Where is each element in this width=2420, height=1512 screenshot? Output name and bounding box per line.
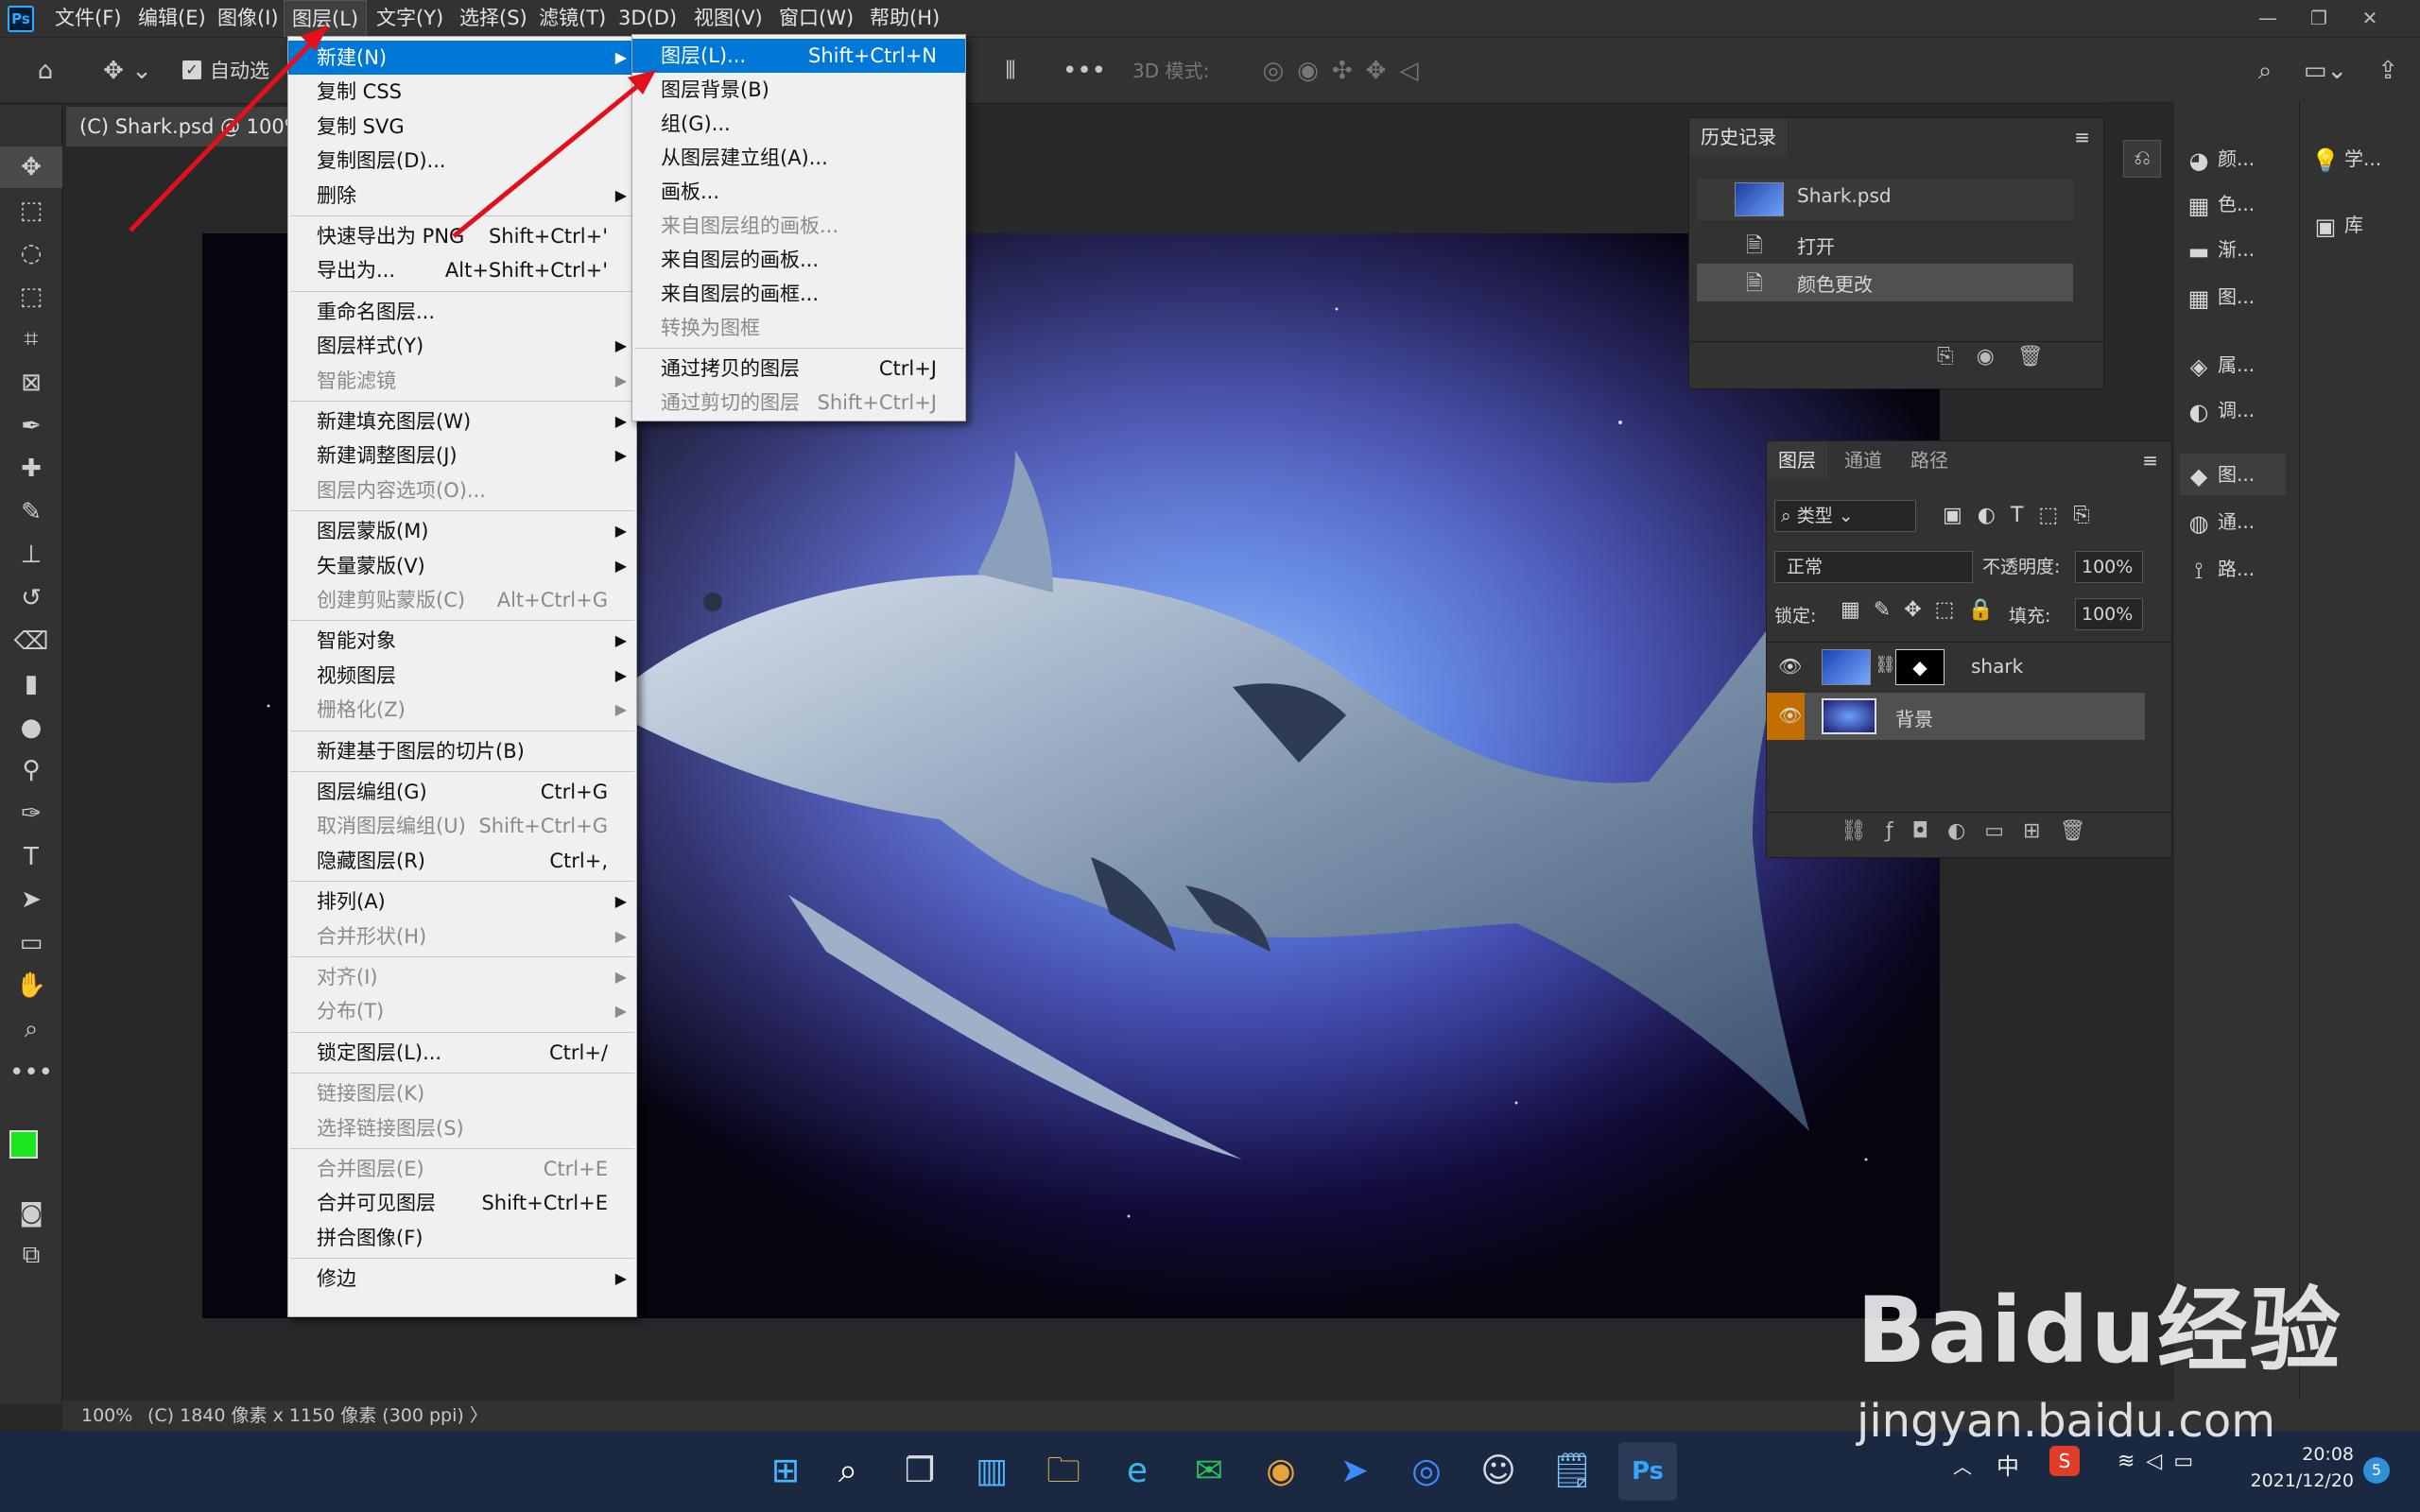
- file-explorer-icon[interactable]: 🗀: [1034, 1442, 1093, 1501]
- qq-icon[interactable]: ☺: [1469, 1442, 1528, 1501]
- feishu-icon[interactable]: ➤: [1325, 1442, 1384, 1501]
- task-view-icon[interactable]: ❐: [890, 1442, 949, 1501]
- netease-icon[interactable]: ◎: [1397, 1442, 1456, 1501]
- clock-date[interactable]: 2021/12/20: [2231, 1470, 2354, 1491]
- ime-indicator[interactable]: 中: [1996, 1448, 2019, 1481]
- notepad-icon[interactable]: 🗒: [1543, 1442, 1601, 1501]
- photoshop-taskbar-icon[interactable]: Ps: [1618, 1442, 1677, 1501]
- widgets-icon[interactable]: ▥: [962, 1442, 1021, 1501]
- sogou-tray-icon[interactable]: S: [2049, 1446, 2080, 1476]
- start-icon[interactable]: ⊞: [756, 1442, 815, 1501]
- wifi-volume-battery-icons[interactable]: ≋◁▭: [2118, 1450, 2204, 1473]
- wechat-icon[interactable]: ✉: [1180, 1442, 1238, 1501]
- chrome-icon[interactable]: ◉: [1252, 1442, 1310, 1501]
- search-icon[interactable]: ⌕: [819, 1442, 877, 1501]
- baidu-watermark-brand: Baidu经验: [1857, 1278, 2342, 1383]
- edge-icon[interactable]: e: [1108, 1442, 1167, 1501]
- baidu-watermark-url: jingyan.baidu.com: [1857, 1395, 2275, 1448]
- tray-chevron-icon[interactable]: ︿: [1953, 1452, 1972, 1479]
- notification-badge[interactable]: 5: [2363, 1457, 2390, 1484]
